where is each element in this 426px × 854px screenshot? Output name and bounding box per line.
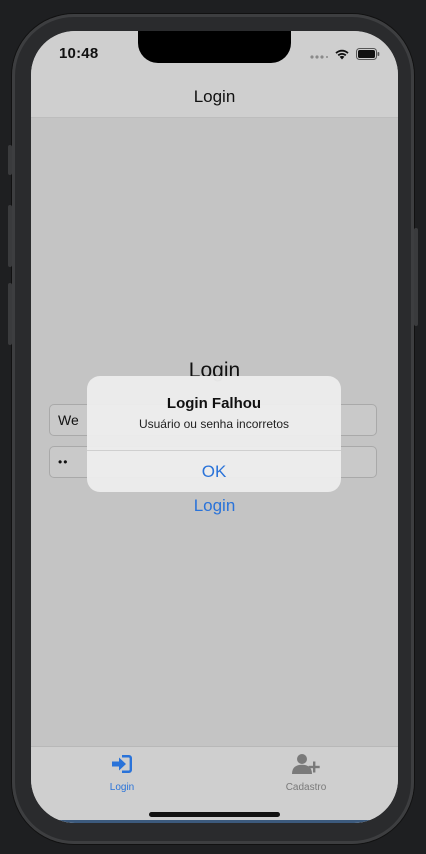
login-arrow-icon [110,755,134,779]
add-user-icon [291,754,321,779]
wifi-icon [334,47,350,65]
tab-cadastro[interactable]: Cadastro [261,753,351,793]
device-stage: 10:48 Login Login We •• Login Login Cada… [0,0,426,854]
status-icons [310,47,380,65]
silent-switch [8,145,12,175]
notch [138,31,291,63]
tab-login[interactable]: Login [77,753,167,793]
login-button[interactable]: Login [31,496,398,516]
bottom-edge-strip [31,820,398,823]
alert-message: Usuário ou senha incorretos [138,417,290,431]
tab-login-label: Login [109,782,135,793]
signal-dots-icon [310,47,328,65]
alert-title: Login Falhou [166,395,262,412]
screen: 10:48 Login Login We •• Login Login Cada… [31,31,398,823]
navigation-bar: Login [31,75,398,118]
alert-dialog: Login Falhou Usuário ou senha incorretos… [87,376,341,492]
nav-title: Login [193,87,236,106]
volume-down-button [8,283,12,345]
volume-up-button [8,205,12,267]
status-time: 10:48 [59,45,99,62]
tab-cadastro-label: Cadastro [285,782,327,793]
home-indicator[interactable] [149,812,280,817]
power-button [414,228,418,326]
alert-ok-button[interactable]: OK [87,451,341,492]
battery-icon [356,47,380,65]
